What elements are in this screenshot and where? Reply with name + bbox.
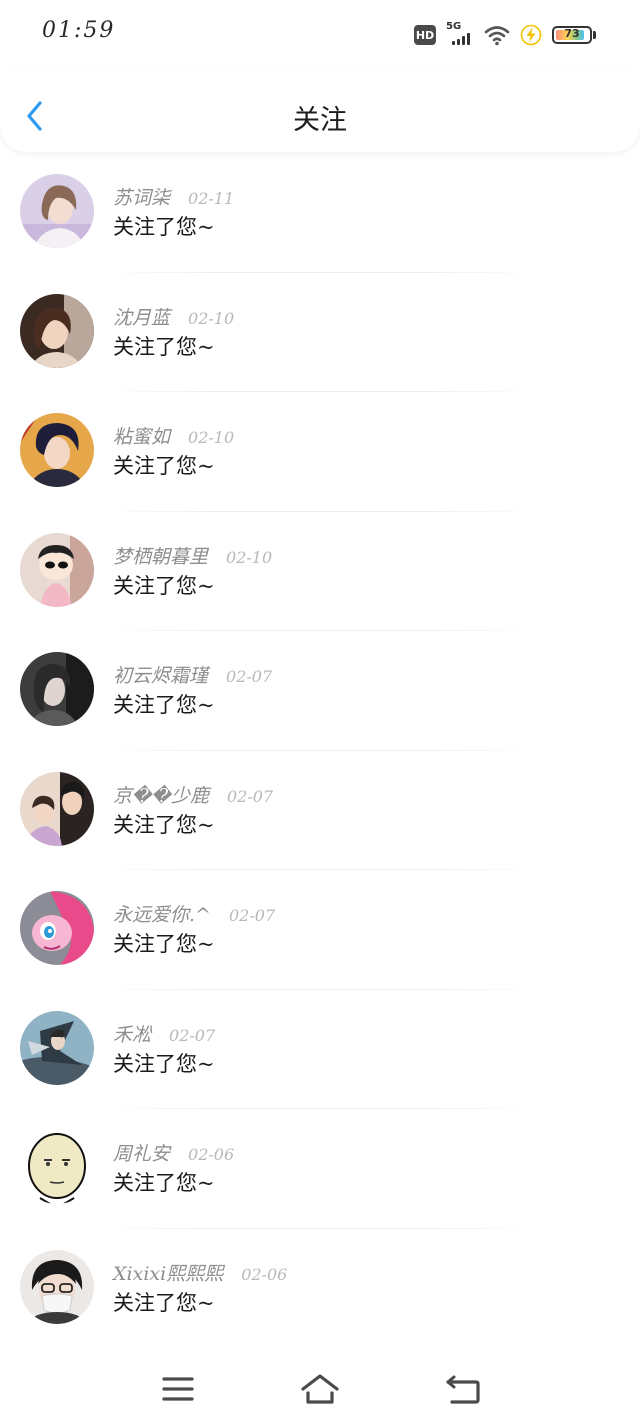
- follow-message: 关注了您~: [113, 1171, 215, 1195]
- follow-message: 关注了您~: [113, 812, 215, 837]
- battery-tip: [593, 31, 596, 39]
- follow-date: 02-07: [169, 1025, 216, 1045]
- back-icon: [446, 1375, 480, 1404]
- follow-date: 02-07: [226, 667, 273, 686]
- follow-message: 关注了您~: [113, 693, 215, 717]
- user-name[interactable]: 永远爱你.^: [113, 900, 211, 927]
- follow-date: 02-11: [188, 189, 235, 208]
- follow-date: 02-07: [228, 906, 276, 925]
- list-item[interactable]: 沈月蓝 02-10 关注了您~: [0, 273, 640, 392]
- item-meta: 沈月蓝 02-10: [113, 303, 234, 330]
- follow-date: 02-06: [188, 1145, 235, 1164]
- follower-list: 苏词柒 02-11 关注了您~ 沈月蓝 02-10 关注了您~ 粘蜜如 02-1…: [0, 153, 640, 1348]
- list-item[interactable]: 粘蜜如 02-10 关注了您~: [0, 392, 640, 512]
- avatar[interactable]: [20, 652, 94, 726]
- avatar[interactable]: [20, 293, 94, 368]
- battery-percent: 73: [564, 27, 580, 40]
- header: 关注: [0, 70, 640, 152]
- avatar[interactable]: [20, 1130, 94, 1204]
- item-meta: Xixixi熙熙熙 02-06: [113, 1259, 287, 1286]
- avatar[interactable]: [20, 1010, 94, 1085]
- follow-message: 关注了您~: [113, 334, 215, 359]
- status-bar: 01:59 HD 5G 73: [0, 0, 640, 70]
- avatar[interactable]: [20, 891, 94, 965]
- user-name[interactable]: 沈月蓝: [113, 303, 170, 330]
- list-item[interactable]: 周礼安 02-06 关注了您~: [0, 1109, 640, 1229]
- hd-icon: HD: [414, 25, 436, 45]
- menu-icon: [162, 1377, 194, 1401]
- back-nav-button[interactable]: [443, 1371, 483, 1407]
- avatar[interactable]: [20, 413, 94, 487]
- item-meta: 粘蜜如 02-10: [113, 422, 234, 449]
- follow-date: 02-10: [188, 428, 235, 447]
- home-button[interactable]: [300, 1371, 340, 1407]
- menu-button[interactable]: [158, 1371, 198, 1407]
- user-name[interactable]: 梦栖朝暮里: [113, 542, 208, 569]
- item-meta: 京��少鹿 02-07: [113, 781, 273, 808]
- item-meta: 永远爱你.^ 02-07: [113, 900, 275, 927]
- list-item[interactable]: 京��少鹿 02-07 关注了您~: [0, 751, 640, 870]
- follow-message: 关注了您~: [113, 1290, 215, 1315]
- charging-icon: [520, 24, 542, 46]
- follow-message: 关注了您~: [113, 573, 215, 598]
- follow-message: 关注了您~: [113, 1051, 215, 1076]
- follow-date: 02-10: [188, 308, 235, 328]
- list-item[interactable]: 梦栖朝暮里 02-10 关注了您~: [0, 512, 640, 631]
- list-item[interactable]: 初云烬霜瑾 02-07 关注了您~: [0, 631, 640, 751]
- user-name[interactable]: Xixixi熙熙熙: [113, 1259, 223, 1286]
- item-meta: 初云烬霜瑾 02-07: [113, 661, 272, 688]
- follow-date: 02-06: [241, 1264, 288, 1284]
- user-name[interactable]: 粘蜜如: [113, 422, 170, 449]
- status-time: 01:59: [42, 18, 116, 43]
- list-item[interactable]: 永远爱你.^ 02-07 关注了您~: [0, 870, 640, 990]
- avatar[interactable]: [20, 771, 94, 846]
- avatar[interactable]: [20, 532, 94, 607]
- home-icon: [301, 1374, 339, 1404]
- user-name[interactable]: 苏词柒: [113, 183, 170, 210]
- user-name[interactable]: 周礼安: [113, 1139, 170, 1166]
- user-name[interactable]: 京��少鹿: [113, 781, 209, 808]
- item-meta: 禾凇 02-07: [113, 1020, 215, 1047]
- follow-message: 关注了您~: [113, 215, 215, 239]
- item-meta: 苏词柒 02-11: [113, 183, 234, 210]
- status-icons: HD 5G 73: [414, 21, 596, 48]
- user-name[interactable]: 初云烬霜瑾: [113, 661, 208, 688]
- page-title: 关注: [293, 105, 347, 136]
- follow-date: 02-10: [226, 547, 273, 567]
- battery-icon: 73: [552, 26, 592, 44]
- avatar[interactable]: [20, 174, 94, 248]
- network-type-label: 5G: [446, 21, 462, 32]
- system-nav-bar: [0, 1347, 640, 1427]
- follow-date: 02-07: [226, 786, 274, 806]
- follow-message: 关注了您~: [113, 454, 215, 478]
- avatar[interactable]: [20, 1249, 94, 1324]
- wifi-icon: [484, 26, 510, 46]
- item-meta: 周礼安 02-06: [113, 1139, 234, 1166]
- follow-message: 关注了您~: [113, 932, 215, 956]
- list-item[interactable]: 苏词柒 02-11 关注了您~: [0, 153, 640, 273]
- user-name[interactable]: 禾凇: [113, 1020, 151, 1047]
- signal-icon: 5G: [446, 21, 474, 46]
- item-meta: 梦栖朝暮里 02-10: [113, 542, 272, 569]
- list-item[interactable]: Xixixi熙熙熙 02-06 关注了您~: [0, 1229, 640, 1348]
- list-item[interactable]: 禾凇 02-07 关注了您~: [0, 990, 640, 1109]
